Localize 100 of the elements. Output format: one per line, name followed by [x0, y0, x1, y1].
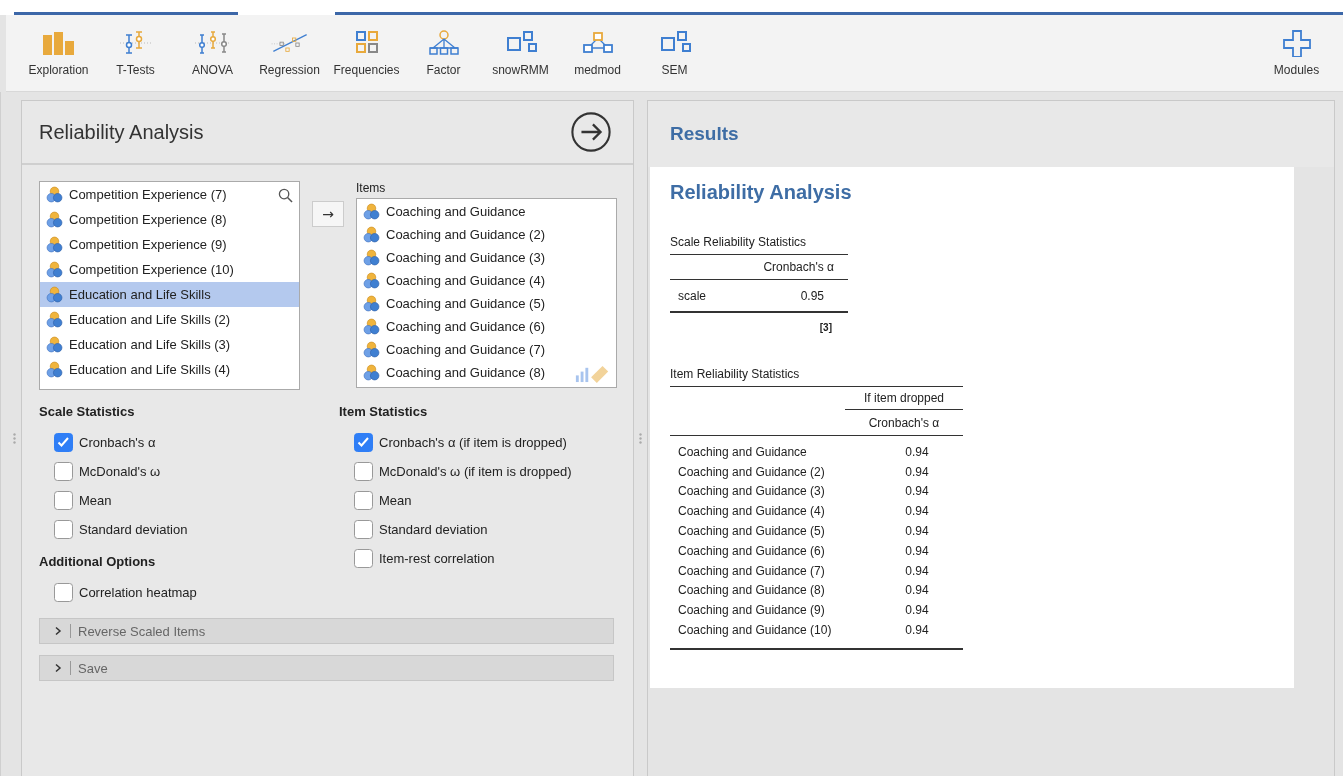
grip-icon[interactable]: [639, 432, 642, 444]
variable-item[interactable]: Coaching and Guidance (5): [357, 292, 616, 315]
analysis-button[interactable]: Regression: [251, 15, 328, 91]
chevron-icon: [53, 663, 63, 673]
table-cell-text: Coaching and Guidance (8): [678, 583, 826, 598]
analysis-title: Reliability Analysis: [670, 181, 852, 204]
checkbox[interactable]: [54, 491, 73, 510]
table-cell-text: Coaching and Guidance: [678, 444, 808, 459]
table-cell-text: 0.94: [904, 563, 930, 578]
circles-icon: [46, 286, 63, 303]
circles-icon: [46, 236, 63, 253]
variable-item[interactable]: Coaching and Guidance (7): [357, 338, 616, 361]
variable-item[interactable]: Coaching and Guidance (2): [357, 223, 616, 246]
variable-item[interactable]: Coaching and Guidance: [357, 200, 616, 223]
checkbox-label: Cronbach's α (if item is dropped): [379, 435, 567, 450]
circles-icon: [46, 311, 63, 328]
section-title: Reverse Scaled Items: [78, 623, 206, 639]
panel-title: Reliability Analysis: [39, 120, 204, 144]
checkbox[interactable]: [54, 462, 73, 481]
checkbox-label: Mean: [379, 493, 412, 508]
footnote: [3]: [819, 322, 832, 333]
checkbox[interactable]: [354, 549, 373, 568]
circles-icon: [363, 318, 380, 335]
variable-item[interactable]: Education and Life Skills (4): [40, 357, 299, 382]
table-cell-text: 0.94: [904, 444, 930, 459]
table-cell-text: 0.94: [904, 504, 930, 519]
checkbox[interactable]: [354, 491, 373, 510]
analysis-button[interactable]: Frequencies: [328, 15, 405, 91]
circles-icon: [363, 226, 380, 243]
checkbox[interactable]: [354, 433, 373, 452]
table-cell-text: 0.95: [800, 288, 825, 303]
collapsible-section[interactable]: Save: [39, 655, 614, 681]
chevron-icon: [53, 626, 63, 636]
table-cell-text: Coaching and Guidance (9): [678, 603, 826, 618]
circles-icon: [46, 261, 63, 278]
checkbox[interactable]: [354, 520, 373, 539]
variable-item[interactable]: Competition Experience (7): [40, 182, 299, 207]
table-cell-text: 0.94: [904, 464, 930, 479]
variable-item[interactable]: Coaching and Guidance (3): [357, 246, 616, 269]
analysis-button[interactable]: SEM: [636, 15, 713, 91]
table-cell-text: 0.94: [904, 524, 930, 539]
checkbox-label: Item-rest correlation: [379, 551, 495, 566]
search-icon[interactable]: [278, 188, 293, 203]
circles-icon: [363, 249, 380, 266]
checkbox-label: McDonald's ω (if item is dropped): [379, 464, 572, 479]
checkbox[interactable]: [54, 433, 73, 452]
checkbox[interactable]: [54, 520, 73, 539]
circles-icon: [363, 295, 380, 312]
circles-icon: [363, 364, 380, 381]
table-cell-text: Coaching and Guidance (6): [678, 543, 826, 558]
checkbox[interactable]: [54, 583, 73, 602]
variable-item[interactable]: Competition Experience (8): [40, 207, 299, 232]
section-title: Save: [78, 660, 108, 676]
section-heading: Item Statistics: [339, 404, 429, 421]
collapsible-section[interactable]: Reverse Scaled Items: [39, 618, 614, 644]
table-caption: Item Reliability Statistics: [670, 367, 963, 387]
variable-item[interactable]: Competition Experience (9): [40, 232, 299, 257]
checkbox-label: Cronbach's α: [79, 435, 156, 450]
analysis-button[interactable]: T-Tests: [97, 15, 174, 91]
variable-item[interactable]: Coaching and Guidance (4): [357, 269, 616, 292]
analysis-button[interactable]: Factor: [405, 15, 482, 91]
modules-button[interactable]: Modules: [1258, 15, 1335, 91]
circles-icon: [363, 203, 380, 220]
table-cell-text: Coaching and Guidance (10): [678, 623, 833, 638]
analysis-button[interactable]: Exploration: [20, 15, 97, 91]
section-heading: Scale Statistics: [39, 404, 136, 421]
variable-item[interactable]: Education and Life Skills: [40, 282, 299, 307]
checkbox-label: Correlation heatmap: [79, 585, 197, 600]
arrow-circle-button[interactable]: [570, 111, 612, 153]
items-label: Items: [356, 181, 387, 195]
grip-icon[interactable]: [13, 432, 16, 444]
variable-item[interactable]: Education and Life Skills (2): [40, 307, 299, 332]
table-cell-text: scale: [678, 288, 707, 303]
circles-icon: [363, 341, 380, 358]
circles-icon: [363, 272, 380, 289]
variable-item[interactable]: Competition Experience (10): [40, 257, 299, 282]
column-header: Cronbach's α: [867, 415, 941, 430]
variable-item[interactable]: Coaching and Guidance (6): [357, 315, 616, 338]
checkbox[interactable]: [354, 462, 373, 481]
table-cell-text: Coaching and Guidance (2): [678, 464, 826, 479]
checkbox-label: Standard deviation: [379, 522, 488, 537]
table-cell-text: Coaching and Guidance (5): [678, 524, 826, 539]
analysis-button[interactable]: ANOVA: [174, 15, 251, 91]
analysis-button[interactable]: medmod: [559, 15, 636, 91]
column-header: Cronbach's α: [763, 260, 835, 274]
table-cell-text: 0.94: [904, 603, 930, 618]
circles-icon: [46, 186, 63, 203]
variable-item[interactable]: Education and Life Skills (3): [40, 332, 299, 357]
table-cell-text: Coaching and Guidance (3): [678, 484, 826, 499]
table-cell-text: 0.94: [904, 484, 930, 499]
table-cell-text: 0.94: [904, 623, 930, 638]
table-caption: Scale Reliability Statistics: [670, 235, 848, 255]
table-cell-text: Coaching and Guidance (4): [678, 504, 826, 519]
move-button[interactable]: →: [312, 201, 344, 227]
results-title: Results: [670, 123, 739, 145]
table-cell-text: 0.94: [904, 543, 930, 558]
analysis-button[interactable]: snowRMM: [482, 15, 559, 91]
section-heading: Additional Options: [39, 554, 157, 571]
table-cell-text: 0.94: [904, 583, 930, 598]
variable-item[interactable]: Coaching and Guidance (8): [357, 361, 616, 384]
